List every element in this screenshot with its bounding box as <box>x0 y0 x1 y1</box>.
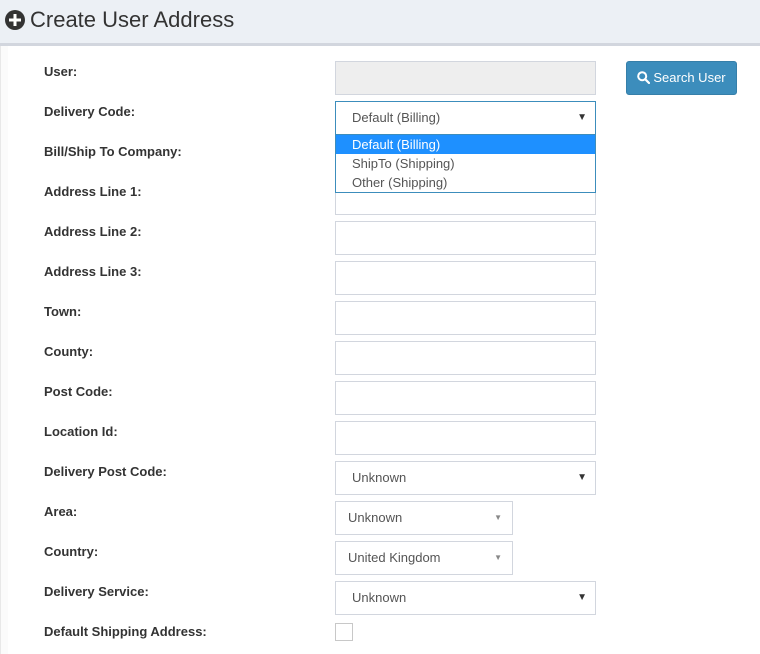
delivery-code-value: Default (Billing) <box>352 110 441 125</box>
delivery-post-code-value: Unknown <box>352 470 407 485</box>
county-field[interactable] <box>335 341 596 375</box>
chevron-down-icon: ▼ <box>494 513 502 522</box>
delivery-code-dropdown: Default (Billing) ShipTo (Shipping) Othe… <box>335 134 596 193</box>
town-label: Town: <box>44 304 82 319</box>
location-id-field[interactable] <box>335 421 596 455</box>
default-shipping-checkbox[interactable] <box>335 623 353 641</box>
address-line-2-label: Address Line 2: <box>44 224 142 239</box>
chevron-down-icon: ▼ <box>494 553 502 562</box>
town-field[interactable] <box>335 301 596 335</box>
delivery-code-option[interactable]: Default (Billing) <box>336 135 595 154</box>
content-border <box>0 46 8 654</box>
user-label: User: <box>44 64 78 79</box>
area-label: Area: <box>44 504 78 519</box>
post-code-field[interactable] <box>335 381 596 415</box>
search-user-label: Search User <box>653 70 726 85</box>
address-line-3-label: Address Line 3: <box>44 264 142 279</box>
post-code-label: Post Code: <box>44 384 113 399</box>
area-select[interactable]: Unknown ▼ <box>335 501 513 535</box>
user-field[interactable] <box>335 61 596 95</box>
delivery-post-code-label: Delivery Post Code: <box>44 464 167 479</box>
delivery-service-select[interactable]: Unknown ▼ <box>335 581 596 615</box>
chevron-down-icon: ▼ <box>577 112 587 123</box>
plus-circle-icon <box>5 10 25 30</box>
search-user-button[interactable]: Search User <box>626 61 737 95</box>
chevron-down-icon: ▼ <box>577 592 587 603</box>
address-line-1-label: Address Line 1: <box>44 184 142 199</box>
page-title: Create User Address <box>30 7 235 32</box>
area-value: Unknown <box>348 510 403 525</box>
county-label: County: <box>44 344 94 359</box>
chevron-down-icon: ▼ <box>577 472 587 483</box>
default-shipping-label: Default Shipping Address: <box>44 624 207 639</box>
address-line-3-field[interactable] <box>335 261 596 295</box>
delivery-code-option[interactable]: ShipTo (Shipping) <box>336 154 595 173</box>
delivery-post-code-select[interactable]: Unknown ▼ <box>335 461 596 495</box>
delivery-service-value: Unknown <box>352 590 407 605</box>
location-id-label: Location Id: <box>44 424 118 439</box>
page-header: Create User Address <box>0 0 760 46</box>
company-label: Bill/Ship To Company: <box>44 144 182 159</box>
country-label: Country: <box>44 544 99 559</box>
address-line-2-field[interactable] <box>335 221 596 255</box>
delivery-code-label: Delivery Code: <box>44 104 136 119</box>
country-value: United Kingdom <box>348 550 441 565</box>
delivery-service-label: Delivery Service: <box>44 584 149 599</box>
delivery-code-option[interactable]: Other (Shipping) <box>336 173 595 192</box>
search-icon <box>637 71 651 85</box>
delivery-code-select[interactable]: Default (Billing) ▼ <box>335 101 596 135</box>
country-select[interactable]: United Kingdom ▼ <box>335 541 513 575</box>
